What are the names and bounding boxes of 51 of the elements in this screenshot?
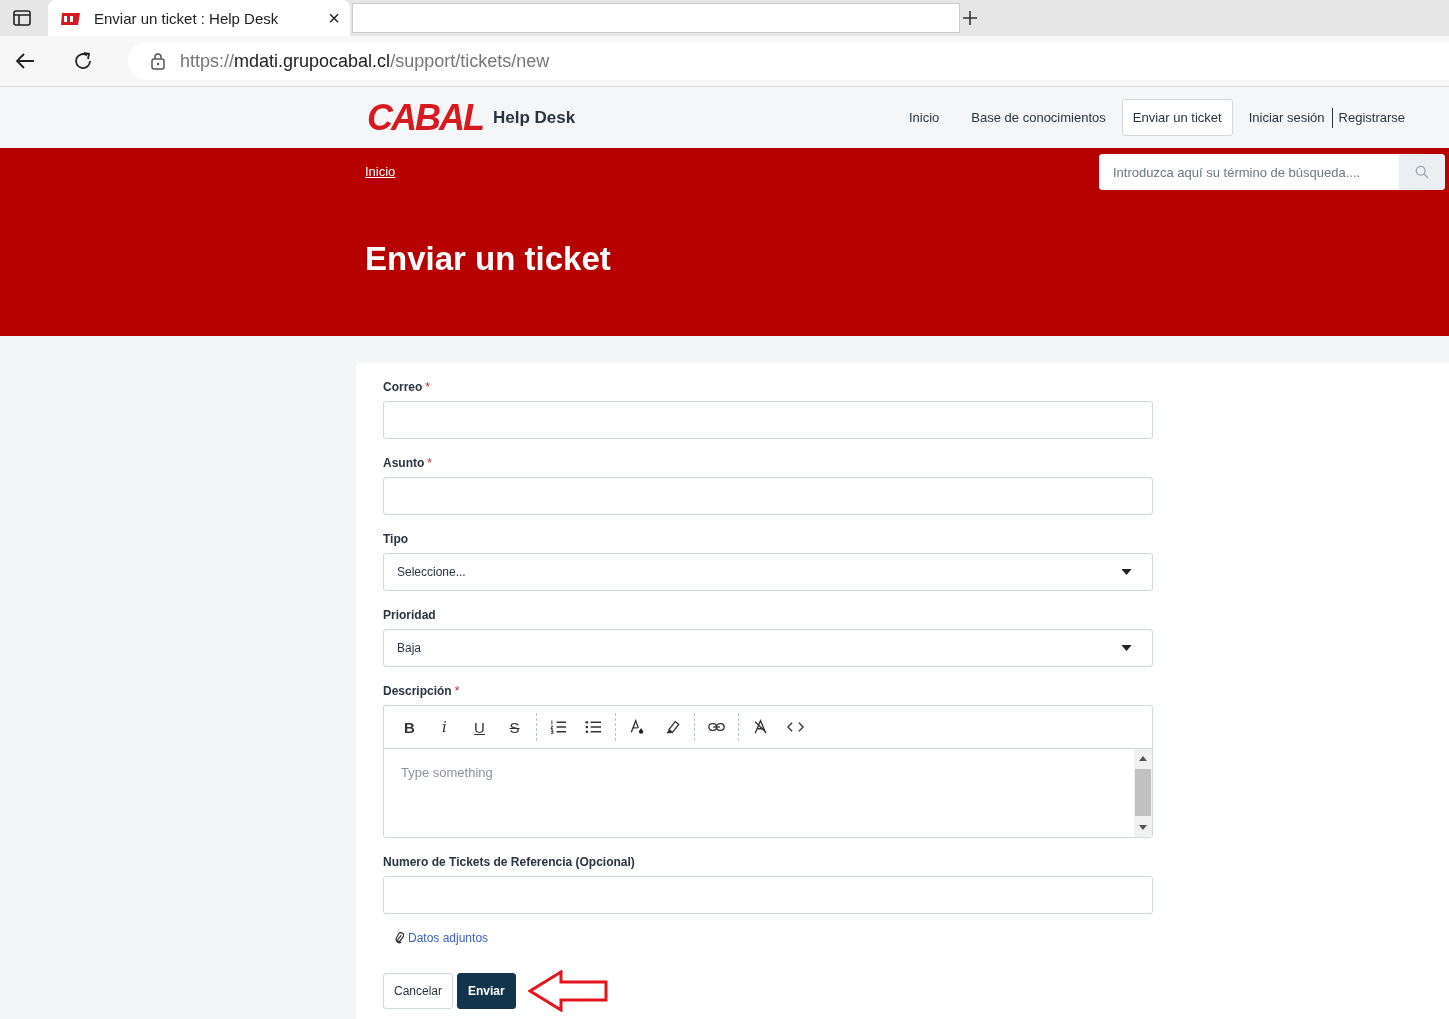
field-label: Correo [383, 380, 423, 394]
text-field[interactable] [383, 401, 1153, 439]
lock-icon [150, 52, 166, 70]
tab-title: Enviar un ticket : Help Desk [94, 9, 280, 27]
text-field[interactable] [383, 477, 1153, 515]
numbered-list-icon[interactable] [550, 719, 567, 735]
submit-button[interactable]: Enviar [457, 973, 516, 1009]
caret-icon [1121, 645, 1132, 651]
underline-button[interactable]: U [462, 718, 497, 736]
nav-link[interactable]: Base de conocimientos [955, 100, 1122, 135]
field-label: Descripción [383, 684, 452, 698]
required-mark: * [427, 456, 432, 470]
field-label: Prioridad [383, 608, 436, 622]
bullet-list-icon[interactable] [585, 719, 602, 735]
field-label: Asunto [383, 456, 425, 470]
new-tab-field[interactable] [352, 3, 960, 33]
nav-link[interactable]: Enviar un ticket [1121, 99, 1233, 136]
page-title: Enviar un ticket [365, 240, 612, 278]
strike-button[interactable]: S [497, 718, 532, 736]
dropdown[interactable]: Baja [383, 629, 1153, 667]
cancel-button[interactable]: Cancelar [383, 973, 454, 1009]
search-field[interactable]: Introduzca aquí su término de búsqueda.... [1099, 154, 1445, 190]
dropdown[interactable]: Seleccione... [383, 553, 1153, 591]
field-label: Numero de Tickets de Referencia (Opcional) [383, 855, 635, 869]
clear-format-icon[interactable] [752, 719, 769, 735]
nav-link[interactable]: Registrarse [1332, 100, 1421, 135]
paperclip-icon [395, 932, 404, 944]
code-icon[interactable] [787, 719, 804, 735]
field-label: Tipo [383, 532, 409, 546]
description-field[interactable]: Type something [383, 748, 1153, 838]
text-field[interactable] [383, 876, 1153, 914]
required-mark: * [454, 684, 460, 698]
highlighter-icon[interactable] [664, 719, 681, 735]
browser-tab[interactable]: Enviar un ticket : Help Desk × [48, 0, 350, 36]
text-color-icon[interactable] [629, 719, 646, 735]
required-mark: * [425, 380, 430, 394]
italic-button[interactable]: i [427, 718, 462, 736]
address-field[interactable]: https://mdati.grupocabal.cl/support/tickets/new [128, 42, 1449, 80]
close-icon[interactable]: × [328, 6, 340, 30]
bold-button[interactable]: B [392, 718, 427, 736]
company-logo[interactable]: CABAL [367, 99, 483, 136]
nav-link[interactable]: Iniciar sesión [1232, 100, 1332, 135]
caret-icon [1121, 569, 1132, 575]
breadcrumb-link[interactable]: Inicio [365, 164, 396, 179]
brand-name: Help Desk [493, 107, 576, 128]
tab-layout-icon[interactable] [12, 8, 32, 28]
scrollbar[interactable] [1134, 749, 1152, 837]
nav-link[interactable]: Inicio [893, 100, 956, 135]
plus-icon[interactable] [962, 10, 978, 26]
attachments-link[interactable]: Datos adjuntos [395, 931, 489, 945]
reload-icon[interactable] [72, 50, 94, 72]
